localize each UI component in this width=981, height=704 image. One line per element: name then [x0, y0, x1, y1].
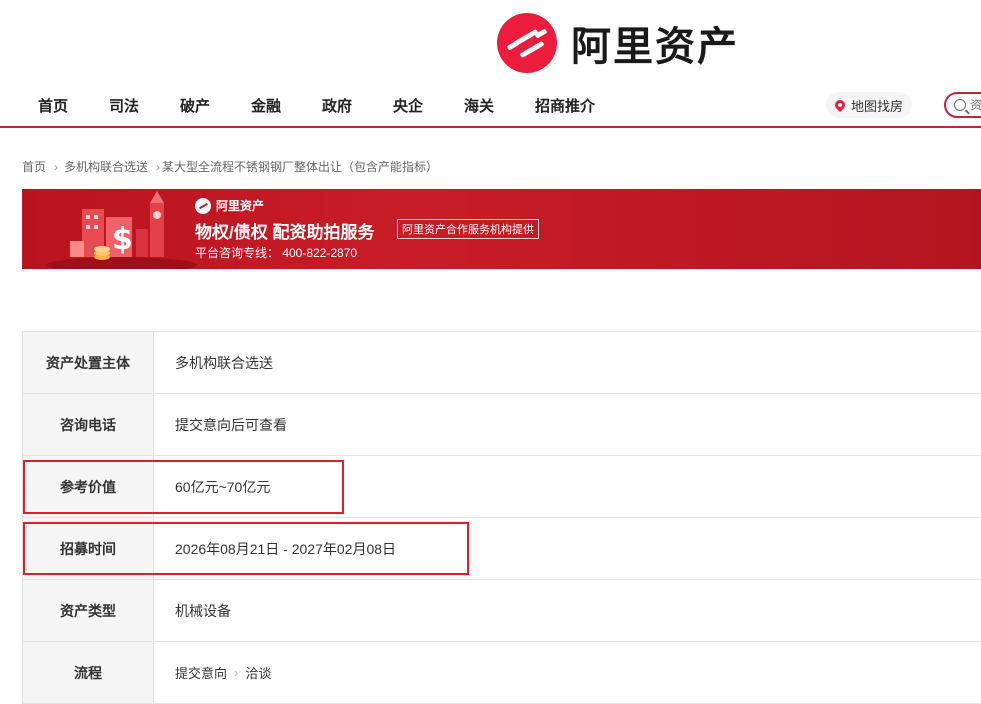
breadcrumb-home[interactable]: 首页: [22, 158, 46, 175]
detail-value: 2026年08月21日 - 2027年02月08日: [154, 518, 981, 579]
map-search-button[interactable]: 地图找房: [826, 92, 912, 118]
nav-item-customs[interactable]: 海关: [464, 95, 494, 116]
logo-icon: [497, 13, 557, 73]
chevron-right-icon: ›: [54, 159, 59, 174]
detail-label: 资产类型: [23, 580, 154, 641]
search-input[interactable]: [970, 98, 981, 112]
nav-item-judicial[interactable]: 司法: [109, 95, 139, 116]
chevron-right-icon: ›: [156, 159, 161, 174]
detail-row-asset-type: 资产类型 机械设备: [22, 580, 981, 642]
process-step: 提交意向: [175, 666, 228, 681]
detail-label: 资产处置主体: [23, 332, 154, 393]
breadcrumb-current: 某大型全流程不锈钢钢厂整体出让（包含产能指标）: [162, 160, 439, 174]
detail-label: 招募时间: [23, 518, 154, 579]
banner-phone: 平台咨询专线： 400-822-2870: [195, 246, 358, 260]
detail-label: 参考价值: [23, 456, 154, 517]
nav-item-investment[interactable]: 招商推介: [535, 95, 595, 116]
nav-item-finance[interactable]: 金融: [251, 95, 281, 116]
detail-row-recruitment-time: 招募时间 2026年08月21日 - 2027年02月08日: [22, 518, 981, 580]
service-banner[interactable]: $ 阿里资产 物权/债权 配资助拍服务 阿里资产合作服务机构提供 平台咨询专线：…: [22, 189, 981, 269]
detail-value: 60亿元~70亿元: [154, 456, 981, 517]
banner-title: 物权/债权 配资助拍服务: [195, 223, 375, 242]
site-logo[interactable]: 阿里资产: [497, 12, 739, 74]
nav-item-government[interactable]: 政府: [322, 95, 352, 116]
search-icon: [954, 99, 966, 111]
process-step: 洽谈: [245, 666, 272, 681]
detail-value: 提交意向后可查看: [154, 394, 981, 455]
asset-details-table: 资产处置主体 多机构联合选送 咨询电话 提交意向后可查看 参考价值 60亿元~7…: [22, 331, 981, 704]
breadcrumb: 首页 › 多机构联合选送 › 某大型全流程不锈钢钢厂整体出让（包含产能指标）: [22, 158, 438, 175]
map-search-label: 地图找房: [850, 98, 903, 114]
nav-item-home[interactable]: 首页: [38, 95, 68, 116]
nav-item-bankruptcy[interactable]: 破产: [180, 95, 210, 116]
finance-illustration-icon: $: [47, 191, 197, 269]
svg-text:$: $: [112, 222, 133, 257]
detail-label: 流程: [23, 642, 154, 703]
location-pin-icon: [832, 97, 848, 113]
logo-text: 阿里资产: [571, 24, 739, 70]
detail-label: 咨询电话: [23, 394, 154, 455]
nav-item-central-enterprise[interactable]: 央企: [393, 95, 423, 116]
breadcrumb-category[interactable]: 多机构联合选送: [64, 158, 148, 175]
banner-logo: 阿里资产: [195, 197, 264, 214]
chevron-right-icon: ›: [234, 665, 239, 680]
detail-row-phone: 咨询电话 提交意向后可查看: [22, 394, 981, 456]
brand-logo-icon: [195, 197, 211, 214]
detail-row-disposal-entity: 资产处置主体 多机构联合选送: [22, 332, 981, 394]
process-steps: 提交意向 › 洽谈: [154, 642, 981, 703]
search-box[interactable]: [944, 92, 981, 118]
detail-value: 机械设备: [175, 602, 231, 619]
banner-tag: 阿里资产合作服务机构提供: [397, 219, 539, 239]
detail-value: 多机构联合选送: [154, 332, 981, 393]
banner-logo-text: 阿里资产: [216, 199, 265, 213]
detail-row-process: 流程 提交意向 › 洽谈: [22, 642, 981, 704]
main-nav: 首页 司法 破产 金融 政府 央企 海关 招商推介 地图找房: [0, 88, 981, 128]
detail-row-reference-value: 参考价值 60亿元~70亿元: [22, 456, 981, 518]
